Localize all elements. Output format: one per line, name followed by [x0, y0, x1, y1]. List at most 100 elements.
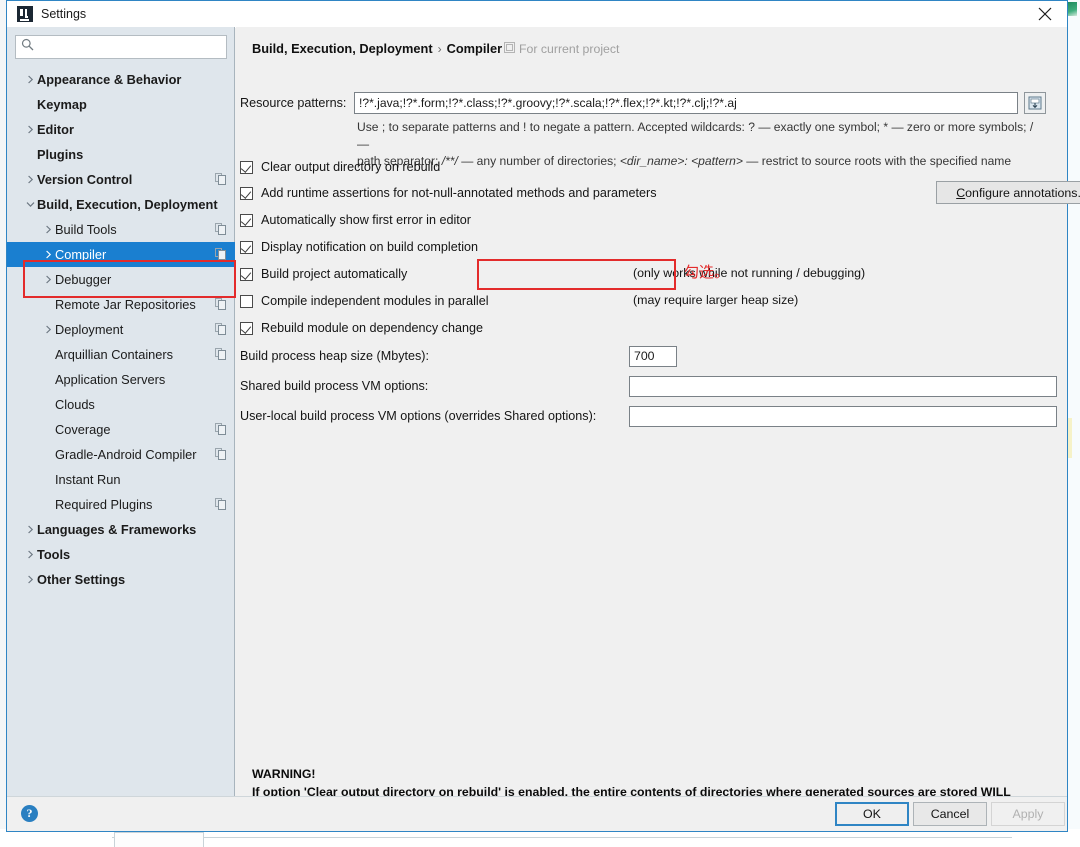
sidebar-item-appearance-behavior[interactable]: Appearance & Behavior — [7, 67, 235, 92]
sidebar-item-label: Required Plugins — [55, 497, 153, 512]
checkbox-label: Rebuild module on dependency change — [261, 321, 483, 335]
field-input-user-local-build-process-vm-options-overrides-shared-options[interactable] — [629, 405, 1057, 427]
checkbox-box[interactable] — [240, 240, 253, 254]
search-field-wrapper[interactable] — [15, 35, 227, 59]
copy-settings-icon[interactable] — [215, 498, 226, 513]
sidebar-item-tools[interactable]: Tools — [7, 542, 235, 567]
checkbox-display-notification-on-build-completion[interactable]: Display notification on build completion — [240, 237, 478, 257]
configure-annotations-button[interactable]: Configure annotations... — [936, 181, 1080, 204]
sidebar-item-remote-jar-repositories[interactable]: Remote Jar Repositories — [7, 292, 235, 317]
checkbox-compile-independent-modules-in-parallel[interactable]: Compile independent modules in parallel — [240, 291, 489, 311]
checkbox-label: Display notification on build completion — [261, 240, 479, 254]
chevron-right-icon[interactable] — [23, 542, 37, 567]
apply-button[interactable]: Apply — [991, 802, 1065, 826]
copy-settings-icon[interactable] — [215, 248, 226, 263]
insert-pattern-icon[interactable] — [1024, 92, 1046, 114]
sidebar-item-label: Build, Execution, Deployment — [37, 197, 218, 212]
sidebar-item-label: Appearance & Behavior — [37, 72, 182, 87]
resource-patterns-input[interactable] — [354, 92, 1018, 114]
copy-settings-icon[interactable] — [215, 348, 226, 363]
project-scope-icon — [504, 42, 515, 56]
checkbox-clear-output-directory-on-rebuild[interactable]: Clear output directory on rebuild — [240, 157, 440, 177]
field-input-shared-build-process-vm-options[interactable] — [629, 375, 1057, 397]
chevron-right-icon[interactable] — [23, 117, 37, 142]
annotation-text: 勾选。 — [684, 263, 730, 281]
copy-settings-icon[interactable] — [215, 423, 226, 438]
sidebar-item-label: Keymap — [37, 97, 87, 112]
copy-settings-icon[interactable] — [215, 448, 226, 463]
field-input-build-process-heap-size-mbytes[interactable] — [629, 345, 677, 367]
breadcrumb-part-1[interactable]: Build, Execution, Deployment — [252, 41, 433, 56]
chevron-right-icon[interactable] — [23, 67, 37, 92]
copy-settings-icon[interactable] — [215, 223, 226, 238]
checkbox-box[interactable] — [240, 186, 253, 200]
ok-button[interactable]: OK — [835, 802, 909, 826]
chevron-right-icon[interactable] — [41, 217, 55, 242]
compiler-settings-pane: Build, Execution, Deployment › Compiler … — [236, 27, 1080, 817]
field-row-user-local-build-process-vm-options-overrides-shared-options: User-local build process VM options (ove… — [240, 405, 1057, 427]
checkbox-box[interactable] — [240, 160, 253, 174]
screenshot-root: Settings Appearance & Behavior Keymap Ed… — [0, 0, 1080, 847]
sidebar-item-deployment[interactable]: Deployment — [7, 317, 235, 342]
chevron-right-icon[interactable] — [41, 317, 55, 342]
sidebar-item-clouds[interactable]: Clouds — [7, 392, 235, 417]
field-label: Shared build process VM options: — [240, 379, 429, 393]
search-input[interactable] — [38, 37, 218, 57]
sidebar-item-label: Tools — [37, 547, 71, 562]
sidebar-item-debugger[interactable]: Debugger — [7, 267, 235, 292]
sidebar-item-label: Application Servers — [55, 372, 166, 387]
checkbox-box[interactable] — [240, 213, 253, 227]
sidebar-item-instant-run[interactable]: Instant Run — [7, 467, 235, 492]
sidebar-item-label: Build Tools — [55, 222, 117, 237]
sidebar-item-label: Remote Jar Repositories — [55, 297, 196, 312]
field-row-shared-build-process-vm-options: Shared build process VM options: — [240, 375, 1057, 397]
chevron-right-icon[interactable] — [41, 267, 55, 292]
checkbox-add-runtime-assertions-for-not-null-annotated-methods-and-parameters[interactable]: Add runtime assertions for not-null-anno… — [240, 183, 657, 203]
checkbox-box[interactable] — [240, 294, 253, 308]
sidebar-item-required-plugins[interactable]: Required Plugins — [7, 492, 235, 517]
sidebar-item-gradle-android-compiler[interactable]: Gradle-Android Compiler — [7, 442, 235, 467]
resource-patterns-hint: Use ; to separate patterns and ! to nega… — [357, 119, 1047, 170]
chevron-right-icon[interactable] — [23, 517, 37, 542]
sidebar-item-build-tools[interactable]: Build Tools — [7, 217, 235, 242]
close-icon[interactable] — [1023, 1, 1067, 27]
background-tab-indicator — [1068, 2, 1077, 16]
checkbox-build-project-automatically[interactable]: Build project automatically — [240, 264, 407, 284]
sidebar-item-arquillian-containers[interactable]: Arquillian Containers — [7, 342, 235, 367]
project-scope-label: For current project — [504, 42, 619, 56]
sidebar-item-keymap[interactable]: Keymap — [7, 92, 235, 117]
hint-seg-b: /**/ — [441, 154, 458, 168]
sidebar-item-build-execution-deployment[interactable]: Build, Execution, Deployment — [7, 192, 235, 217]
checkbox-box[interactable] — [240, 267, 253, 281]
copy-settings-icon[interactable] — [215, 173, 226, 188]
sidebar-item-other-settings[interactable]: Other Settings — [7, 567, 235, 592]
resource-patterns-label: Resource patterns: — [240, 96, 347, 110]
help-icon[interactable]: ? — [21, 805, 38, 822]
checkbox-automatically-show-first-error-in-editor[interactable]: Automatically show first error in editor — [240, 210, 471, 230]
hint-seg-e: — restrict to source roots with the spec… — [742, 154, 1012, 168]
checkbox-label: Compile independent modules in parallel — [261, 294, 489, 308]
chevron-right-icon[interactable] — [23, 167, 37, 192]
chevron-right-icon[interactable] — [41, 242, 55, 267]
checkbox-rebuild-module-on-dependency-change[interactable]: Rebuild module on dependency change — [240, 318, 483, 338]
chevron-right-icon[interactable] — [23, 567, 37, 592]
sidebar-item-application-servers[interactable]: Application Servers — [7, 367, 235, 392]
sidebar-item-version-control[interactable]: Version Control — [7, 167, 235, 192]
field-label: User-local build process VM options (ove… — [240, 409, 597, 423]
cancel-button[interactable]: Cancel — [913, 802, 987, 826]
checkbox-box[interactable] — [240, 321, 253, 335]
copy-settings-icon[interactable] — [215, 323, 226, 338]
sidebar-item-coverage[interactable]: Coverage — [7, 417, 235, 442]
dialog-titlebar: Settings — [7, 1, 1067, 28]
sidebar-item-languages-frameworks[interactable]: Languages & Frameworks — [7, 517, 235, 542]
sidebar-item-editor[interactable]: Editor — [7, 117, 235, 142]
sidebar-item-label: Deployment — [55, 322, 124, 337]
hint-line-1: Use ; to separate patterns and ! to nega… — [357, 120, 1034, 151]
sidebar-item-plugins[interactable]: Plugins — [7, 142, 235, 167]
sidebar-item-compiler[interactable]: Compiler — [7, 242, 235, 267]
intellij-idea-icon — [17, 6, 33, 22]
settings-sidebar: Appearance & Behavior Keymap Editor Plugins… — [7, 27, 236, 799]
copy-settings-icon[interactable] — [215, 298, 226, 313]
sidebar-item-label: Coverage — [55, 422, 111, 437]
chevron-down-icon[interactable] — [23, 192, 37, 217]
